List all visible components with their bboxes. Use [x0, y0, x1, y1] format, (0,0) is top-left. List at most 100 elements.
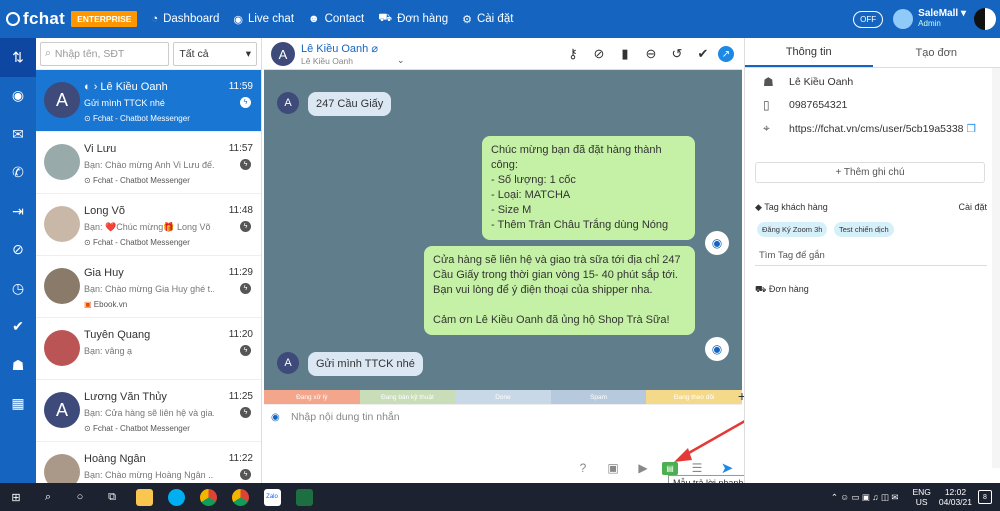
- contact-name: ◐ › Lê Kiều Oanh: [84, 81, 168, 93]
- tag-technical[interactable]: Đang bàn kỹ thuật: [359, 390, 456, 404]
- hidden-icon[interactable]: ⊘: [0, 231, 36, 270]
- top-bar: fchat ENTERPRISE ◔ Dashboard ◉ Live chat ☻…: [0, 0, 1000, 38]
- trash-icon[interactable]: ▮: [614, 44, 636, 64]
- eye-icon[interactable]: ◉: [705, 337, 729, 361]
- user-menu[interactable]: SaleMall ▾ Admin: [918, 9, 966, 29]
- key-icon[interactable]: ⚷: [562, 44, 584, 64]
- chrome-profile-icon[interactable]: [224, 483, 256, 511]
- right-panel: Thông tin Tạo đơn ☗ Lê Kiều Oanh ▯ 0987654…: [744, 38, 1000, 483]
- phone-icon[interactable]: ✆: [0, 154, 36, 193]
- windows-taskbar: ⊞ ⌕ ○ ⧉ Zalo ⌃ ☺ ▭ ▣ ♫ ◫ ✉ ENG US 12:02 04…: [0, 483, 1000, 511]
- phone-icon: ▯: [763, 98, 770, 112]
- tag-processing[interactable]: Đang xử lý: [264, 390, 360, 404]
- block-icon[interactable]: ⊖: [640, 44, 662, 64]
- nav-dashboard[interactable]: ◔ Dashboard: [151, 13, 219, 25]
- conversation-item[interactable]: A Lương Văn Thủy 11:25 Bạn: Cửa hàng sẽ …: [36, 380, 261, 442]
- contact-name: Vi Lưu: [84, 143, 117, 155]
- exit-icon[interactable]: ⇥: [0, 192, 36, 231]
- history-icon[interactable]: ↺: [666, 44, 688, 64]
- tab-info[interactable]: Thông tin: [745, 38, 873, 67]
- video-icon[interactable]: ▶: [632, 460, 654, 476]
- calendar-icon[interactable]: ▦: [0, 385, 36, 424]
- messenger-icon: ϟ: [240, 97, 251, 108]
- tag-spam[interactable]: Spam: [550, 390, 647, 404]
- tray-icons[interactable]: ⌃ ☺ ▭ ▣ ♫ ◫ ✉: [831, 492, 899, 503]
- zalo-icon[interactable]: Zalo: [256, 483, 288, 511]
- tab-create-order[interactable]: Tạo đơn: [873, 38, 1000, 67]
- messenger-icon: ϟ: [240, 221, 251, 232]
- preview: Bạn: Cửa hàng sẽ liên hệ và gia...: [84, 408, 214, 418]
- source: ⊙ Fchat - Chatbot Messenger: [84, 238, 190, 247]
- message-area: A 247 Cầu Giấy Chúc mừng bạn đã đặt hàng…: [264, 70, 742, 390]
- hide-icon[interactable]: ⊘: [588, 44, 610, 64]
- skype-icon[interactable]: [160, 483, 192, 511]
- windows-start-icon[interactable]: ⊞: [0, 483, 32, 511]
- chat-contact-name[interactable]: Lê Kiều Oanh ⌀: [301, 42, 378, 55]
- messenger-icon: ϟ: [240, 407, 251, 418]
- filter-select[interactable]: Tất cả ▾: [173, 41, 257, 66]
- conversation-item[interactable]: Vi Lưu 11:57 Bạn: Chào mừng Anh Vi Lưu đ…: [36, 132, 261, 194]
- off-toggle[interactable]: OFF: [853, 10, 884, 28]
- file-explorer-icon[interactable]: [128, 483, 160, 511]
- tag-settings-link[interactable]: Cài đặt: [958, 202, 987, 213]
- clock[interactable]: 12:02 04/03/21: [939, 487, 972, 507]
- copy-icon[interactable]: ❐: [967, 123, 976, 135]
- clock-icon[interactable]: ◷: [0, 269, 36, 308]
- task-view-icon[interactable]: ⧉: [96, 483, 128, 511]
- add-note-button[interactable]: + Thêm ghi chú: [755, 162, 985, 183]
- tag-search-input[interactable]: Tìm Tag để gắn: [755, 246, 987, 266]
- user-icon[interactable]: ☗: [0, 346, 36, 385]
- fchat-logo[interactable]: fchat: [6, 9, 65, 29]
- preview: Bạn: Chào mừng Anh Vi Lưu đế...: [84, 160, 214, 170]
- tag-chip[interactable]: Đăng Ký Zoom 3h: [757, 222, 828, 237]
- gear-icon: ⚙: [462, 13, 472, 26]
- search-input[interactable]: ⌕ Nhập tên, SĐT: [40, 41, 170, 66]
- nav-settings[interactable]: ⚙ Cài đặt: [462, 13, 513, 26]
- message-input[interactable]: Nhập nội dung tin nhắn: [291, 411, 400, 423]
- help-icon[interactable]: ?: [572, 460, 594, 476]
- time: 11:57: [228, 143, 253, 154]
- source: ⊙ Fchat - Chatbot Messenger: [84, 176, 190, 185]
- tag-chip[interactable]: Test chiến dịch: [834, 222, 894, 237]
- page-avatar[interactable]: [974, 8, 996, 30]
- time: 11:22: [228, 453, 253, 464]
- search-icon: ⌕: [45, 47, 51, 59]
- conversation-item[interactable]: Hoàng Ngân 11:22 Bạn: Chào mừng Hoàng Ng…: [36, 442, 261, 483]
- check-icon[interactable]: ✔: [0, 308, 36, 347]
- messenger-filter-icon[interactable]: ◉: [0, 77, 36, 116]
- image-icon[interactable]: ▣: [602, 460, 624, 476]
- search-icon[interactable]: ⌕: [32, 483, 64, 511]
- comments-icon[interactable]: ✉: [0, 115, 36, 154]
- nav-orders[interactable]: ⛟ Đơn hàng: [378, 12, 448, 26]
- excel-icon[interactable]: [288, 483, 320, 511]
- preview: Gửi mình TTCK nhé: [84, 98, 165, 108]
- tag-section: ◆ Tag khách hàng Cài đặt: [755, 202, 987, 213]
- chevron-down-icon[interactable]: ⌄: [397, 55, 405, 66]
- chrome-icon[interactable]: [192, 483, 224, 511]
- nav-contact[interactable]: ☻ Contact: [308, 13, 364, 25]
- scrollbar[interactable]: [992, 68, 1000, 468]
- user-avatar[interactable]: [893, 9, 914, 29]
- eye-icon[interactable]: ◉: [705, 231, 729, 255]
- time: 11:20: [228, 329, 253, 340]
- conversation-item[interactable]: A ◐ › Lê Kiều Oanh 11:59 Gửi mình TTCK n…: [36, 70, 261, 132]
- tag-done[interactable]: Done: [455, 390, 551, 404]
- chat-sub-name: Lê Kiều Oanh: [301, 56, 353, 66]
- conversation-item[interactable]: Long Võ 11:48 Bạn: ❤️Chúc mừng🎁 Long Võ …: [36, 194, 261, 256]
- messenger-icon: ◉: [233, 13, 243, 26]
- avatar: A: [271, 42, 295, 66]
- check-icon[interactable]: ✔: [692, 44, 714, 64]
- open-link-icon[interactable]: ↗: [718, 46, 734, 62]
- conversation-item[interactable]: Tuyên Quang 11:20 Bạn: vâng ạ ϟ: [36, 318, 261, 380]
- icon-sidebar: ⇅ ◉ ✉ ✆ ⇥ ⊘ ◷ ✔ ☗ ▦: [0, 38, 36, 483]
- sort-icon[interactable]: ⇅: [0, 38, 36, 77]
- contact-icon: ☻: [308, 13, 320, 25]
- avatar: A: [277, 92, 299, 114]
- location-icon: ⌖: [763, 121, 770, 135]
- cortana-icon[interactable]: ○: [64, 483, 96, 511]
- notification-icon[interactable]: 8: [978, 490, 992, 504]
- language-indicator[interactable]: ENG US: [912, 487, 930, 507]
- conversation-item[interactable]: Gia Huy 11:29 Bạn: Chào mừng Gia Huy ghé…: [36, 256, 261, 318]
- nav-live-chat[interactable]: ◉ Live chat: [233, 13, 294, 26]
- customer-phone: ▯ 0987654321: [763, 98, 848, 112]
